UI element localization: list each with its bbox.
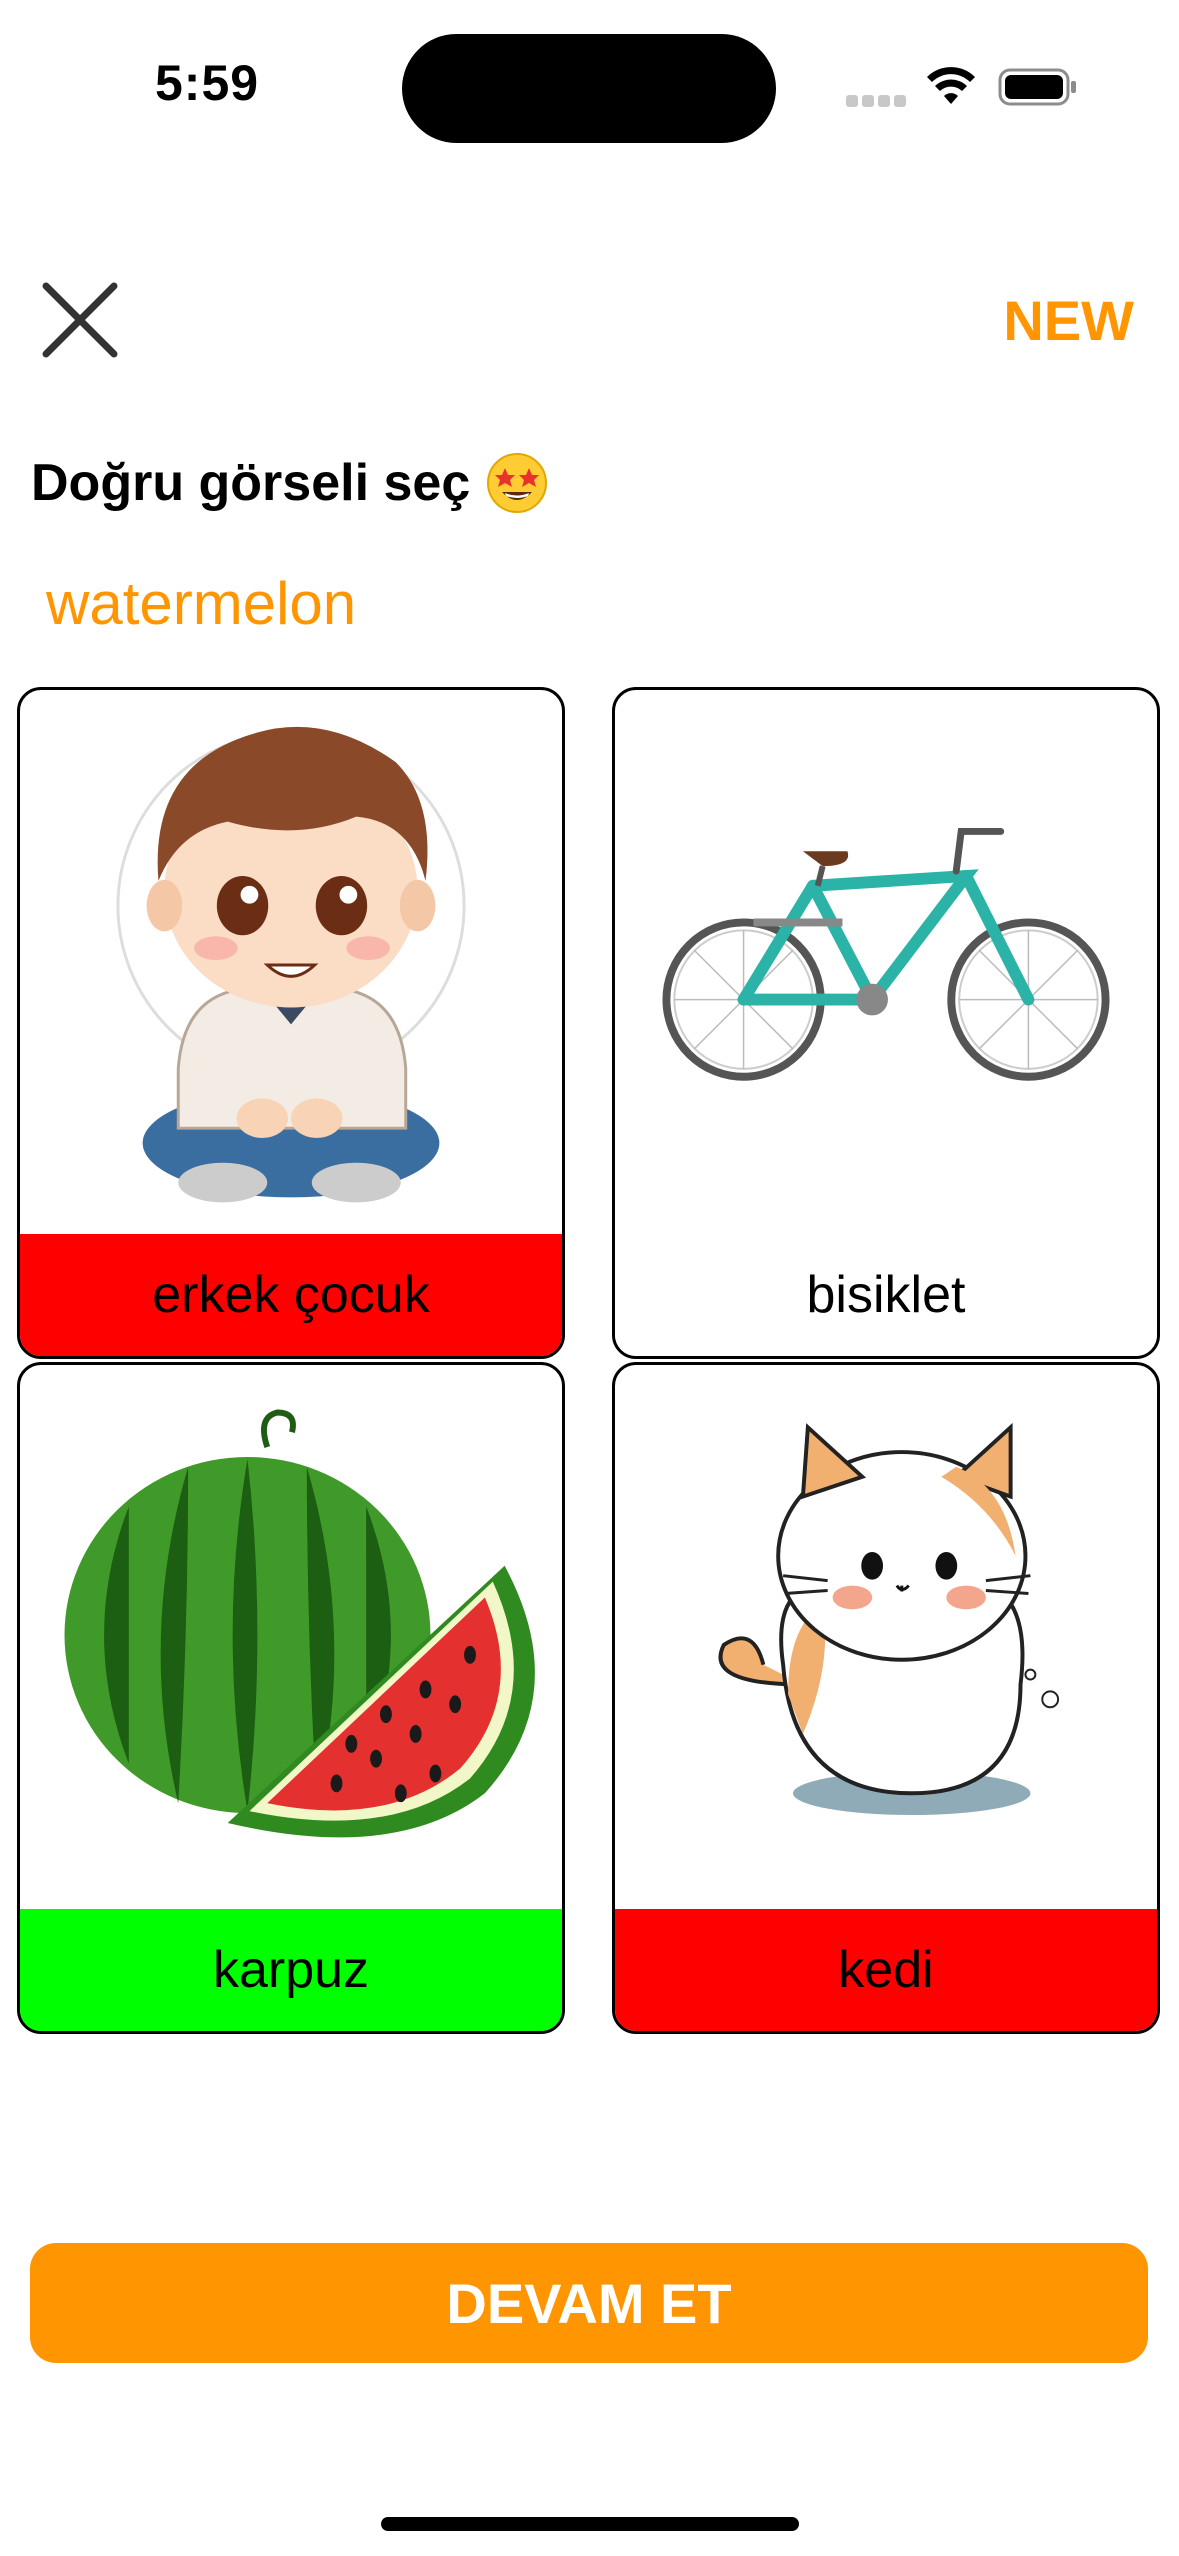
cat-illustration	[718, 1422, 1060, 1816]
option-card-cat[interactable]: kedi	[612, 1362, 1160, 2034]
new-button[interactable]: NEW	[1003, 288, 1134, 353]
watermelon-illustration	[64, 1409, 535, 1838]
star-struck-emoji-icon	[487, 453, 548, 513]
continue-button[interactable]: DEVAM ET	[30, 2243, 1148, 2363]
option-label: erkek çocuk	[20, 1234, 562, 1356]
status-time: 5:59	[155, 55, 260, 111]
option-label: bisiklet	[615, 1234, 1157, 1356]
close-button[interactable]	[30, 270, 130, 370]
option-card-boy[interactable]: erkek çocuk	[17, 687, 565, 1359]
home-indicator	[381, 2517, 799, 2531]
option-card-bicycle[interactable]: bisiklet	[612, 687, 1160, 1359]
option-card-watermelon[interactable]: karpuz	[17, 1362, 565, 2034]
battery-icon	[998, 68, 1076, 106]
instruction-text: Doğru görseli seç	[31, 454, 471, 512]
dynamic-island	[402, 34, 776, 143]
target-word: watermelon	[46, 570, 357, 637]
cellular-signal-icon	[846, 95, 906, 107]
option-label: karpuz	[20, 1909, 562, 2031]
boy-illustration	[116, 726, 466, 1203]
wifi-icon	[927, 67, 975, 104]
close-icon	[42, 282, 118, 358]
bicycle-illustration	[662, 827, 1110, 1081]
instruction-heading: Doğru görseli seç	[31, 452, 548, 514]
option-label: kedi	[615, 1909, 1157, 2031]
